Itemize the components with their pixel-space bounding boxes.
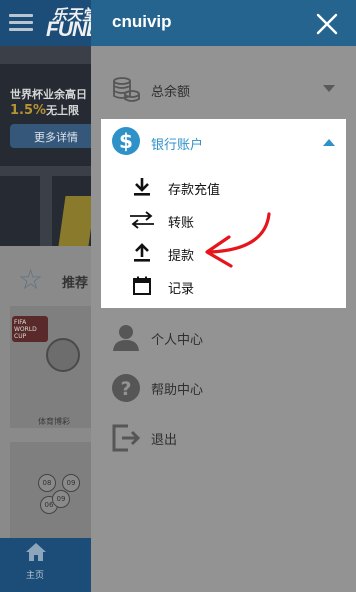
drawer-header: cnuivip	[91, 0, 356, 46]
hamburger-menu-icon[interactable]	[9, 14, 33, 32]
menu-item-logout[interactable]: 退出	[91, 416, 356, 460]
chevron-up-icon	[323, 139, 335, 146]
upload-icon	[134, 243, 150, 262]
user-icon	[113, 325, 139, 351]
download-icon	[134, 178, 150, 196]
lotto-ball: 08	[38, 474, 56, 492]
side-drawer: cnuivip 总余额 $ 银行账户 存款充值 转账 提款 记录 个人中心 ? …	[91, 0, 356, 592]
close-icon[interactable]	[313, 10, 341, 38]
banner-highlight: 1.5%无上限	[10, 103, 80, 118]
drawer-username: cnuivip	[112, 12, 172, 31]
menu-item-bank-account[interactable]: $ 银行账户	[101, 119, 346, 165]
banner-title: 世界杯业余高日	[10, 88, 87, 101]
transfer-arrows-icon	[130, 211, 154, 229]
nav-home-label[interactable]: 主页	[26, 568, 44, 581]
help-circle-icon: ?	[112, 374, 140, 402]
menu-item-help[interactable]: ? 帮助中心	[91, 366, 356, 410]
calendar-icon	[133, 276, 151, 295]
lotto-ball: 09	[62, 474, 80, 492]
card-label: 体育博彩	[38, 417, 70, 426]
star-icon: ☆	[18, 263, 44, 296]
soccer-ball-icon	[46, 338, 80, 372]
lotto-ball: 09	[52, 490, 70, 508]
svg-text:?: ?	[120, 378, 131, 400]
home-icon[interactable]	[25, 542, 47, 562]
svg-text:$: $	[119, 129, 133, 153]
chevron-down-icon	[323, 85, 335, 92]
coins-icon	[113, 77, 140, 102]
submenu-item-deposit[interactable]: 存款充值	[101, 170, 346, 204]
submenu-item-records[interactable]: 记录	[101, 269, 346, 303]
logout-icon	[112, 424, 141, 452]
submenu-item-label: 提款	[168, 249, 195, 264]
menu-item-label: 总余额	[151, 85, 191, 100]
menu-item-balance[interactable]: 总余额	[91, 68, 356, 112]
dollar-circle-icon: $	[112, 127, 140, 155]
menu-item-label: 个人中心	[151, 333, 204, 348]
submenu-item-label: 存款充值	[168, 183, 221, 198]
section-title: 推荐	[62, 276, 89, 291]
menu-item-label: 退出	[151, 433, 178, 448]
menu-item-profile[interactable]: 个人中心	[91, 316, 356, 360]
submenu-item-label: 转账	[168, 216, 195, 231]
fifa-badge: FIFA WORLD CUP	[12, 316, 48, 342]
submenu-item-label: 记录	[168, 282, 195, 297]
menu-item-label: 帮助中心	[151, 383, 204, 398]
menu-item-label: 银行账户	[151, 138, 204, 153]
annotation-arrow	[205, 212, 271, 268]
